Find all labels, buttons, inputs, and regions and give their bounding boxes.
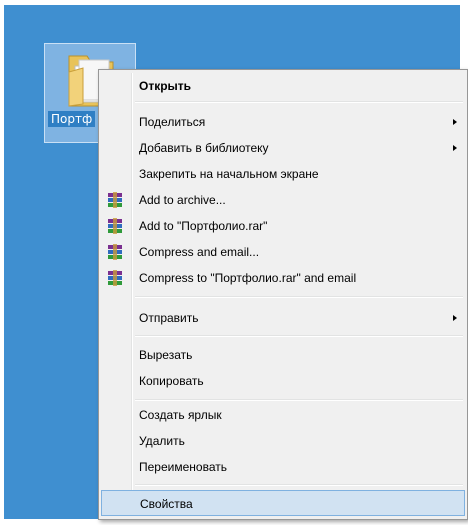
menu-item-send-to[interactable]: Отправить: [101, 305, 465, 331]
menu-item-copy[interactable]: Копировать: [101, 368, 465, 394]
menu-item-add-to-archive[interactable]: Add to archive...: [101, 187, 465, 213]
menu-separator: [135, 101, 463, 103]
menu-item-compress-email[interactable]: Compress and email...: [101, 239, 465, 265]
menu-item-compress-rar-email[interactable]: Compress to "Портфолио.rar" and email: [101, 265, 465, 291]
menu-separator: [135, 335, 463, 337]
menu-item-label: Compress and email...: [139, 245, 260, 259]
menu-item-open[interactable]: Открыть: [101, 73, 465, 99]
folder-label[interactable]: Портф: [48, 111, 96, 127]
winrar-icon: [108, 244, 122, 260]
menu-item-create-shortcut[interactable]: Создать ярлык: [101, 402, 465, 428]
menu-item-label: Вырезать: [139, 348, 193, 362]
submenu-arrow-icon: [453, 145, 457, 151]
menu-item-add-to-library[interactable]: Добавить в библиотеку: [101, 135, 465, 161]
menu-item-label: Копировать: [139, 374, 204, 388]
menu-separator: [135, 296, 463, 298]
winrar-icon: [108, 270, 122, 286]
menu-item-label: Удалить: [139, 434, 185, 448]
winrar-icon: [108, 218, 122, 234]
winrar-icon: [108, 192, 122, 208]
submenu-arrow-icon: [453, 119, 457, 125]
context-menu: Открыть Поделиться Добавить в библиотеку…: [98, 69, 468, 520]
desktop: Портф Открыть Поделиться Добавить в библ…: [4, 5, 468, 520]
menu-item-share[interactable]: Поделиться: [101, 109, 465, 135]
menu-item-label: Добавить в библиотеку: [139, 141, 269, 155]
menu-item-delete[interactable]: Удалить: [101, 428, 465, 454]
menu-item-label: Отправить: [139, 311, 199, 325]
menu-item-label: Свойства: [140, 497, 193, 511]
menu-item-rename[interactable]: Переименовать: [101, 454, 465, 480]
menu-item-label: Переименовать: [139, 460, 227, 474]
menu-item-label: Открыть: [139, 79, 192, 93]
menu-item-pin-to-start[interactable]: Закрепить на начальном экране: [101, 161, 465, 187]
menu-separator: [135, 484, 463, 486]
menu-separator: [135, 399, 463, 401]
menu-item-label: Поделиться: [139, 115, 206, 129]
menu-item-label: Add to "Портфолио.rar": [139, 219, 268, 233]
menu-item-add-to-rar[interactable]: Add to "Портфолио.rar": [101, 213, 465, 239]
menu-item-label: Add to archive...: [139, 193, 226, 207]
menu-item-properties[interactable]: Свойства: [101, 490, 465, 516]
menu-item-label: Закрепить на начальном экране: [139, 167, 319, 181]
menu-item-cut[interactable]: Вырезать: [101, 342, 465, 368]
menu-item-label: Создать ярлык: [139, 408, 222, 422]
menu-item-label: Compress to "Портфолио.rar" and email: [139, 271, 357, 285]
submenu-arrow-icon: [453, 315, 457, 321]
